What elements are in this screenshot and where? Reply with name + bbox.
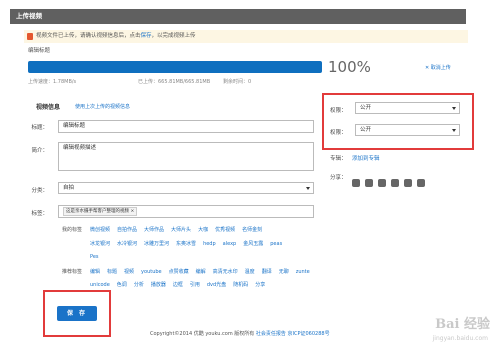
tag-suggestion[interactable]: 冰雕万里河: [144, 240, 169, 247]
tag-suggestion[interactable]: youtube: [141, 269, 162, 275]
tag-suggestion[interactable]: 无聊: [279, 268, 289, 275]
desc-label: 简介：: [31, 148, 48, 154]
tag-suggestion[interactable]: 冰龙银河: [90, 240, 110, 247]
my-tags-label: 我的标签: [62, 227, 83, 233]
use-last-info-link[interactable]: 使用上次上传的视频信息: [75, 103, 130, 110]
tag-chip[interactable]: 这是亲水摄手帮客户整理的视频 ×: [63, 207, 138, 216]
tag-suggestion[interactable]: 边框: [173, 281, 183, 288]
tag-suggestion[interactable]: 温度: [245, 268, 255, 275]
audience-label: 权限：: [330, 130, 347, 136]
tag-suggestion[interactable]: unicode: [90, 282, 110, 288]
hot-tags-label: 推荐标签: [62, 269, 83, 275]
audience-select[interactable]: 公开: [355, 124, 460, 136]
chevron-down-icon: [452, 107, 456, 110]
tag-suggestion[interactable]: 水冷银河: [117, 240, 137, 247]
tag-suggestion[interactable]: 编辑: [90, 268, 100, 275]
footer-link-report[interactable]: 社会责任报告: [256, 331, 286, 337]
privacy-select[interactable]: 公开: [355, 102, 460, 114]
tencent-icon[interactable]: [417, 179, 425, 187]
tag-suggestion[interactable]: 优秀视频: [215, 226, 235, 233]
my-tags-row-3: Pes: [90, 254, 320, 260]
tag-suggestion[interactable]: 自拍作品: [117, 226, 137, 233]
upload-progress-bar: [28, 61, 322, 73]
footer-link-icp[interactable]: 京ICP证060288号: [288, 331, 330, 337]
category-label: 分类：: [31, 188, 48, 194]
watermark-url: jingyan.baidu.com: [432, 335, 488, 342]
chevron-down-icon: [452, 129, 456, 132]
share-icons: [352, 172, 430, 191]
uploaded-size: 已上传：665.81MB/665.81MB: [138, 79, 211, 85]
footer: Copyright©2014 优酷 youku.com 版权所有 社会责任报告 …: [150, 331, 330, 337]
category-select[interactable]: 自拍: [58, 182, 314, 194]
tag-suggestion[interactable]: 点赞收藏: [169, 268, 189, 275]
description-textarea[interactable]: 编辑视频描述: [58, 142, 314, 171]
title-input[interactable]: 编辑标题: [58, 120, 314, 133]
upload-notice: 视频文件已上传，请确认视频信息后，点击保存，以完成视频上传: [24, 30, 468, 43]
qzone-icon[interactable]: [352, 179, 360, 187]
tag-suggestion[interactable]: 微创视频: [90, 226, 110, 233]
kaixin-icon[interactable]: [404, 179, 412, 187]
hot-tags-row-1: 编辑 标题 视频 youtube 点赞收藏 编解 高清无水印 温度 翻译 无聊 zunte: [90, 268, 320, 275]
tag-suggestion[interactable]: 视频: [124, 268, 134, 275]
notice-text-2: ，以完成视频上传: [151, 33, 196, 39]
title-label: 标题：: [31, 125, 48, 131]
video-title-label: 编辑标题: [28, 48, 51, 54]
weibo-icon[interactable]: [365, 179, 373, 187]
tags-label: 标签：: [31, 211, 48, 217]
tags-input[interactable]: 这是亲水摄手帮客户整理的视频 ×: [58, 205, 314, 218]
section-label: 视频信息: [36, 104, 61, 111]
my-tags-row-1: 微创视频 自拍作品 大师作品 大师片头 大咖 优秀视频 名师金刻: [90, 226, 320, 233]
notice-text: 视频文件已上传，请确认视频信息后，点击: [36, 33, 141, 39]
my-tags-row-2: 冰龙银河 水冷银河 冰雕万里河 东奥冰雪 hedp alexp 金风玉露 peas: [90, 240, 320, 247]
tag-suggestion[interactable]: dvd光盘: [207, 281, 226, 288]
album-label: 专辑：: [330, 156, 347, 162]
share-label: 分享：: [330, 175, 347, 181]
tag-suggestion[interactable]: 随机码: [233, 281, 248, 288]
tag-suggestion[interactable]: zunte: [296, 269, 310, 275]
tag-suggestion[interactable]: 大师片头: [171, 226, 191, 233]
tag-suggestion[interactable]: peas: [270, 241, 282, 247]
upload-speed: 上传速度：1.78MB/s: [28, 79, 77, 85]
tag-suggestion[interactable]: 金风玉露: [243, 240, 263, 247]
tag-suggestion[interactable]: hedp: [203, 241, 216, 247]
tag-suggestion[interactable]: 编解: [196, 268, 206, 275]
add-to-album-link[interactable]: 添加到专辑: [352, 154, 380, 162]
tag-suggestion[interactable]: 色调: [117, 281, 127, 288]
watermark-logo: Bai 经验: [435, 317, 490, 332]
tag-suggestion[interactable]: 名师金刻: [242, 226, 262, 233]
tag-suggestion[interactable]: alexp: [223, 241, 237, 247]
hot-tags-row-2: unicode 色调 分析 播放器 边框 引用 dvd光盘 随机码 分享: [90, 281, 320, 288]
tag-suggestion[interactable]: 播放器: [151, 281, 166, 288]
douban-icon[interactable]: [391, 179, 399, 187]
tag-suggestion[interactable]: 分享: [255, 281, 265, 288]
close-icon[interactable]: ×: [130, 209, 134, 214]
time-remaining: 剩余时间：0: [223, 79, 252, 85]
privacy-label: 权限：: [330, 108, 347, 114]
cancel-upload-link[interactable]: ✕ 取消上传: [425, 64, 451, 71]
tag-suggestion[interactable]: Pes: [90, 254, 99, 260]
tag-suggestion[interactable]: 大师作品: [144, 226, 164, 233]
tag-suggestion[interactable]: 大咖: [198, 226, 208, 233]
tag-suggestion[interactable]: 引用: [190, 281, 200, 288]
tag-suggestion[interactable]: 标题: [107, 268, 117, 275]
tag-suggestion[interactable]: 翻译: [262, 268, 272, 275]
chevron-down-icon: [306, 187, 310, 190]
warning-icon: [27, 33, 33, 40]
notice-save-link[interactable]: 保存: [141, 33, 152, 39]
renren-icon[interactable]: [378, 179, 386, 187]
upload-percent: 100%: [328, 58, 371, 76]
tag-suggestion[interactable]: 东奥冰雪: [176, 240, 196, 247]
panel-title: 上传视频: [10, 9, 466, 24]
tag-suggestion[interactable]: 高清无水印: [213, 268, 238, 275]
save-button[interactable]: 保 存: [57, 306, 97, 321]
tag-suggestion[interactable]: 分析: [134, 281, 144, 288]
